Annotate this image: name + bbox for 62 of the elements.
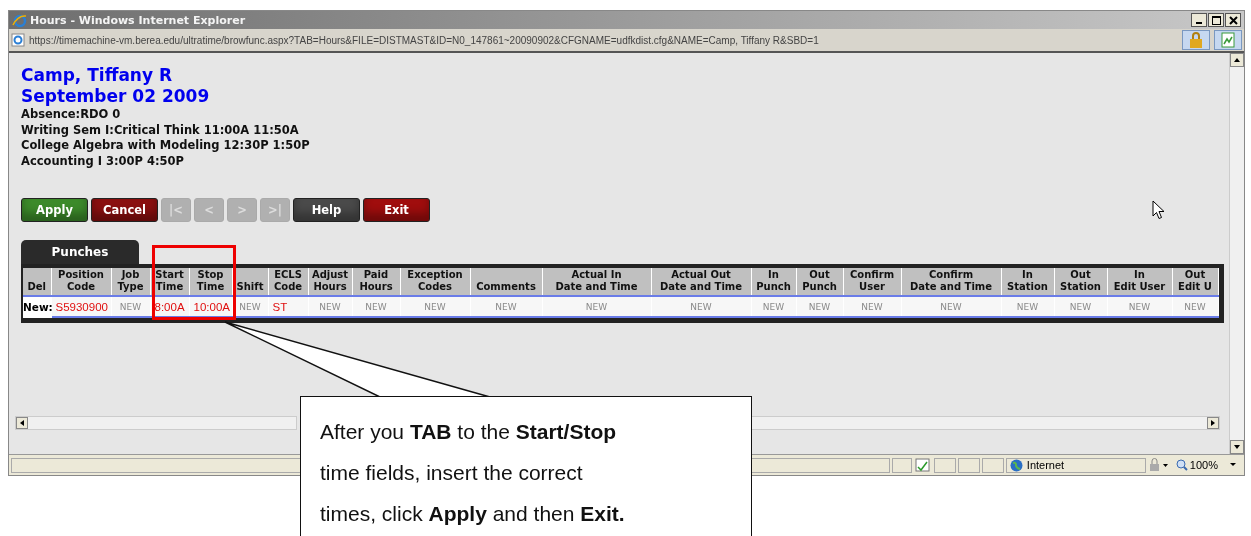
column-header: Exception Codes bbox=[400, 268, 470, 296]
column-header: Paid Hours bbox=[352, 268, 400, 296]
schedule-line: Writing Sem I:Critical Think 11:00A 11:50A bbox=[21, 122, 300, 138]
action-button[interactable]: Exit bbox=[363, 198, 430, 222]
maximize-button[interactable] bbox=[1208, 13, 1224, 27]
status-pane bbox=[933, 457, 956, 473]
scroll-left-button[interactable] bbox=[16, 417, 28, 429]
maximize-icon bbox=[1211, 15, 1221, 25]
row-label: New: bbox=[23, 296, 51, 317]
date-heading: September 02 2009 bbox=[21, 86, 211, 107]
zoom-icon bbox=[1175, 459, 1188, 471]
browser-logo-icon bbox=[12, 12, 27, 28]
close-icon bbox=[1228, 15, 1238, 25]
up-arrow-icon bbox=[1234, 58, 1240, 62]
schedule-line: Accounting I 3:00P 4:50P bbox=[21, 153, 186, 169]
column-header: ECLS Code bbox=[268, 268, 308, 296]
caret-icon[interactable] bbox=[1228, 462, 1238, 468]
column-header: In Punch bbox=[751, 268, 796, 296]
action-button[interactable]: Cancel bbox=[91, 198, 158, 222]
employee-name: Camp, Tiffany R bbox=[21, 65, 174, 86]
column-header: In Edit User bbox=[1107, 268, 1172, 296]
column-header: In Station bbox=[1001, 268, 1054, 296]
scroll-up-button[interactable] bbox=[1230, 53, 1244, 67]
window-title: Hours - Windows Internet Explorer bbox=[30, 13, 246, 27]
action-button[interactable]: Apply bbox=[21, 198, 88, 222]
column-header: Actual Out Date and Time bbox=[651, 268, 751, 296]
column-header: Position Code bbox=[51, 268, 111, 296]
minimize-button[interactable] bbox=[1191, 13, 1207, 27]
close-button[interactable] bbox=[1225, 13, 1241, 27]
left-arrow-icon bbox=[20, 420, 24, 426]
scroll-right-button[interactable] bbox=[1207, 417, 1219, 429]
security-zone: Internet bbox=[1026, 459, 1065, 471]
down-arrow-icon bbox=[1234, 445, 1240, 449]
scrollbar-track-end[interactable] bbox=[750, 416, 1220, 430]
status-pane bbox=[957, 457, 980, 473]
scroll-down-button[interactable] bbox=[1230, 440, 1244, 454]
schedule-line: Absence:RDO 0 bbox=[21, 107, 122, 123]
zoom-level[interactable]: 100% bbox=[1189, 459, 1218, 471]
column-header: Confirm User bbox=[843, 268, 901, 296]
column-header: Out Edit U bbox=[1172, 268, 1218, 296]
column-header: Out Punch bbox=[796, 268, 843, 296]
page-icon bbox=[11, 33, 25, 47]
schedule-line: College Algebra with Modeling 12:30P 1:50P bbox=[21, 138, 311, 154]
status-pane bbox=[891, 457, 912, 473]
column-header: Out Station bbox=[1054, 268, 1107, 296]
pointer-icon bbox=[1152, 200, 1165, 220]
column-header: Adjust Hours bbox=[308, 268, 352, 296]
scrollbar-track-start[interactable] bbox=[15, 416, 297, 430]
right-arrow-icon bbox=[1211, 420, 1215, 426]
column-header: Actual In Date and Time bbox=[542, 268, 651, 296]
column-header: Confirm Date and Time bbox=[901, 268, 1001, 296]
column-header: Stop Time bbox=[189, 268, 232, 296]
lock-icon[interactable] bbox=[1147, 458, 1170, 472]
column-header: Comments bbox=[470, 268, 542, 296]
punches-tab[interactable]: Punches bbox=[21, 240, 139, 264]
column-header: Job Type bbox=[111, 268, 150, 296]
globe-icon bbox=[1009, 458, 1023, 472]
action-button[interactable]: Help bbox=[293, 198, 360, 222]
status-pane bbox=[981, 457, 1004, 473]
column-header: Del bbox=[23, 268, 51, 296]
page-icon bbox=[913, 457, 932, 473]
vertical-scrollbar[interactable] bbox=[1229, 53, 1244, 454]
